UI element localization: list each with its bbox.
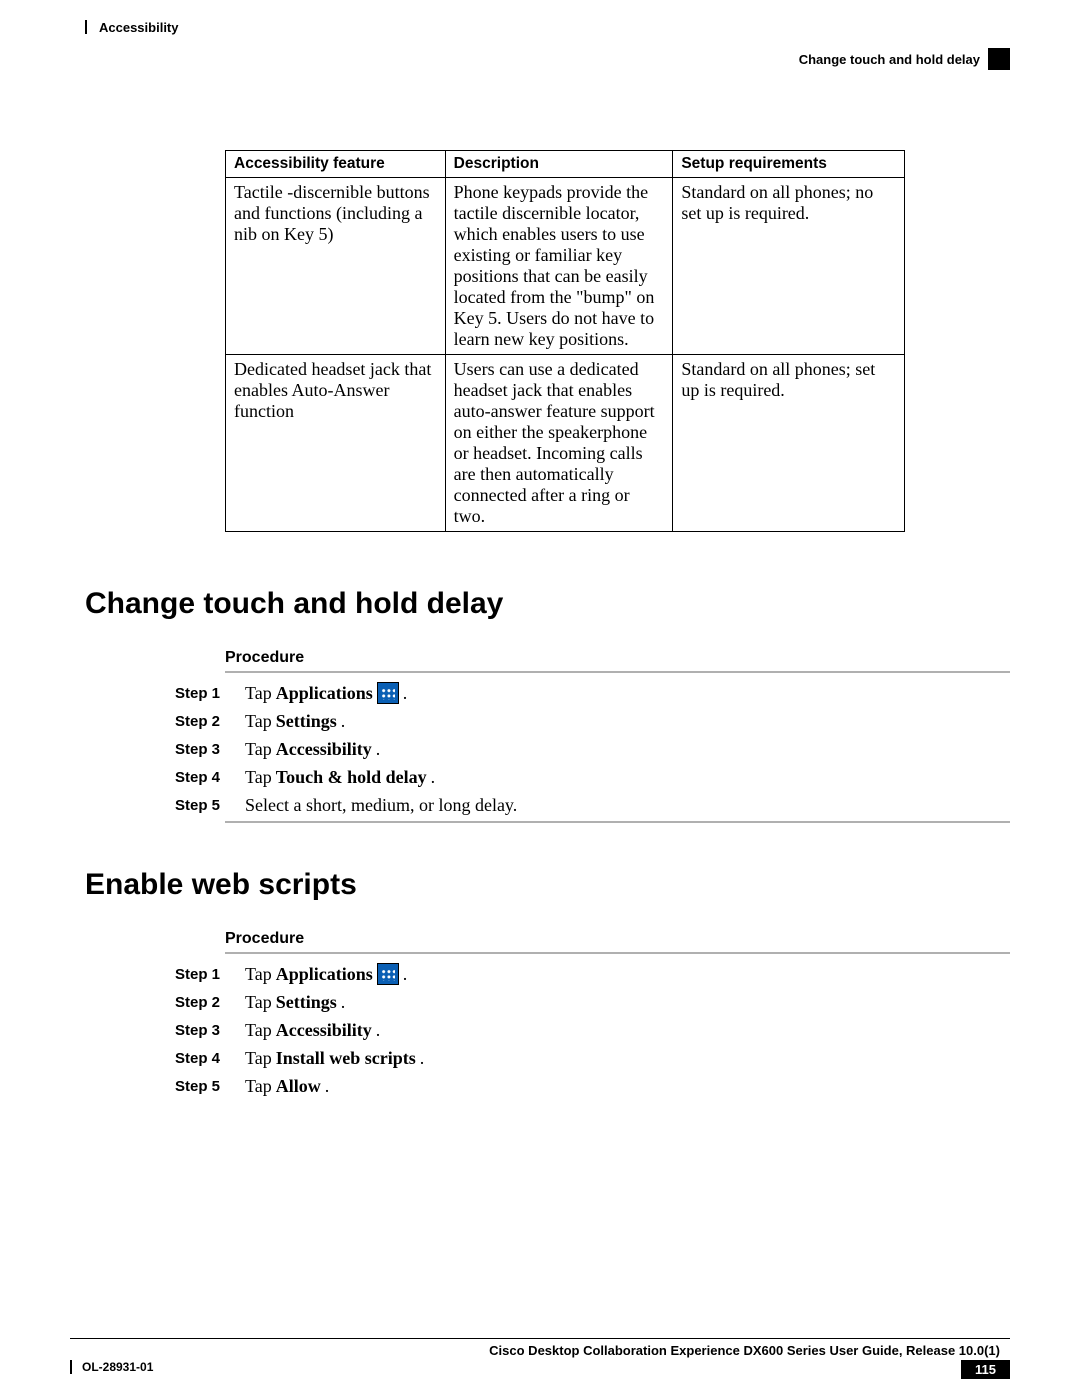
table-row: Dedicated headset jack that enables Auto… <box>226 355 905 532</box>
step-body: Tap Accessibility. <box>245 739 380 760</box>
step-row: Step 1 Tap Applications . <box>175 681 1010 705</box>
footer-code: OL-28931-01 <box>82 1360 153 1374</box>
cell-feature: Dedicated headset jack that enables Auto… <box>226 355 446 532</box>
step-row: Step 2 Tap Settings. <box>175 990 1010 1014</box>
header-block-icon <box>988 48 1010 70</box>
step-body: Tap Settings. <box>245 992 345 1013</box>
step-label: Step 2 <box>175 713 245 730</box>
steps-list-1: Step 1 Tap Applications . Step 2 Tap Set… <box>175 681 1010 817</box>
page-footer: Cisco Desktop Collaboration Experience D… <box>70 1338 1010 1379</box>
th-feature: Accessibility feature <box>226 151 446 178</box>
cell-setup: Standard on all phones; no set up is req… <box>673 178 905 355</box>
header-left: Accessibility <box>99 20 179 35</box>
heading-change-delay: Change touch and hold delay <box>85 587 1010 621</box>
page-number: 115 <box>961 1360 1010 1379</box>
applications-icon <box>377 963 399 985</box>
step-body: Tap Install web scripts. <box>245 1048 424 1069</box>
applications-icon <box>377 682 399 704</box>
step-label: Step 1 <box>175 966 245 983</box>
step-body: Tap Allow. <box>245 1076 329 1097</box>
step-label: Step 4 <box>175 769 245 786</box>
rule <box>225 952 1010 954</box>
procedure-label: Procedure <box>225 649 1010 667</box>
step-label: Step 2 <box>175 994 245 1011</box>
step-body: Tap Settings. <box>245 711 345 732</box>
step-row: Step 3 Tap Accessibility. <box>175 737 1010 761</box>
step-label: Step 5 <box>175 797 245 814</box>
steps-list-2: Step 1 Tap Applications . Step 2 Tap Set… <box>175 962 1010 1098</box>
step-row: Step 4 Tap Touch & hold delay. <box>175 765 1010 789</box>
cell-setup: Standard on all phones; set up is requir… <box>673 355 905 532</box>
step-body: Tap Applications . <box>245 963 407 985</box>
step-row: Step 1 Tap Applications . <box>175 962 1010 986</box>
header-marker <box>85 20 87 34</box>
step-row: Step 5 Select a short, medium, or long d… <box>175 793 1010 817</box>
cell-feature: Tactile -discernible buttons and functio… <box>226 178 446 355</box>
step-body: Tap Touch & hold delay. <box>245 767 435 788</box>
cell-description: Users can use a dedicated headset jack t… <box>445 355 673 532</box>
step-label: Step 4 <box>175 1050 245 1067</box>
accessibility-table: Accessibility feature Description Setup … <box>225 150 905 532</box>
step-row: Step 3 Tap Accessibility. <box>175 1018 1010 1042</box>
step-label: Step 1 <box>175 685 245 702</box>
step-label: Step 3 <box>175 1022 245 1039</box>
step-label: Step 3 <box>175 741 245 758</box>
step-row: Step 4 Tap Install web scripts. <box>175 1046 1010 1070</box>
procedure-label: Procedure <box>225 930 1010 948</box>
rule <box>225 671 1010 673</box>
heading-enable-web-scripts: Enable web scripts <box>85 868 1010 902</box>
step-row: Step 5 Tap Allow. <box>175 1074 1010 1098</box>
cell-description: Phone keypads provide the tactile discer… <box>445 178 673 355</box>
header-right: Change touch and hold delay <box>799 52 980 67</box>
footer-bar-icon <box>70 1360 72 1374</box>
rule <box>225 821 1010 823</box>
table-row: Tactile -discernible buttons and functio… <box>226 178 905 355</box>
footer-rule <box>70 1338 1010 1339</box>
page-header: Accessibility Change touch and hold dela… <box>85 20 1010 75</box>
step-body: Tap Accessibility. <box>245 1020 380 1041</box>
step-body: Select a short, medium, or long delay. <box>245 795 517 816</box>
step-row: Step 2 Tap Settings. <box>175 709 1010 733</box>
step-body: Tap Applications . <box>245 682 407 704</box>
step-label: Step 5 <box>175 1078 245 1095</box>
footer-title: Cisco Desktop Collaboration Experience D… <box>70 1343 1010 1358</box>
th-description: Description <box>445 151 673 178</box>
th-setup: Setup requirements <box>673 151 905 178</box>
